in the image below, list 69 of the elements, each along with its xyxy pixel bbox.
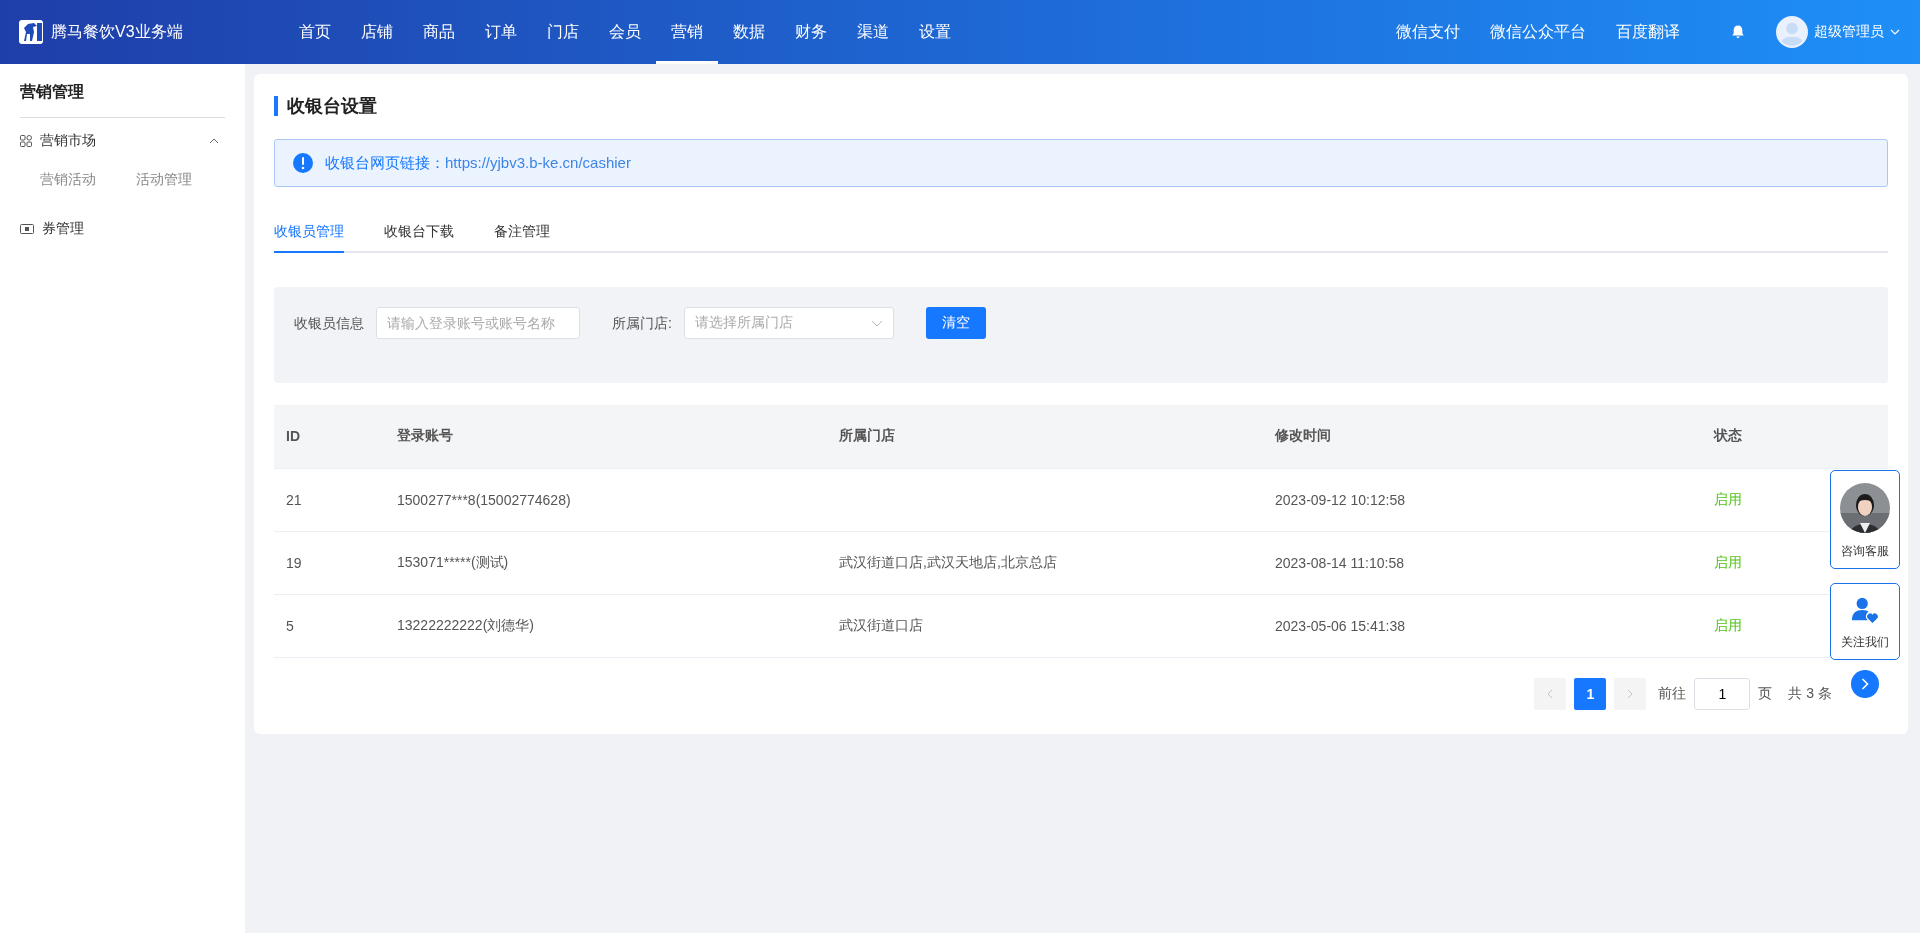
float-button[interactable]: 关注我们: [1830, 583, 1900, 660]
table-cell: 5: [274, 594, 385, 657]
status-text: 启用: [1714, 553, 1742, 570]
alert-text: 收银台网页链接：https://yjbv3.b-ke.cn/cashier: [325, 153, 631, 173]
status-text: 启用: [1714, 616, 1742, 633]
column-header: ID: [274, 405, 385, 468]
page-input[interactable]: 1: [1694, 677, 1751, 710]
horse-logo-icon: [19, 20, 43, 44]
top-link[interactable]: 百度翻译: [1616, 21, 1680, 43]
chevron-right-icon: [1627, 688, 1634, 699]
grid-icon: [20, 135, 32, 147]
avatar-icon[interactable]: [1776, 16, 1808, 48]
status-text: 启用: [1714, 490, 1742, 507]
column-header: 登录账号: [385, 405, 827, 468]
table-cell: 2023-05-06 15:41:38: [1263, 594, 1702, 657]
brand-title: 腾马餐饮V3业务端: [51, 21, 183, 42]
chevron-down-icon[interactable]: [870, 319, 883, 327]
nav-tab[interactable]: 订单: [470, 0, 532, 64]
nav-tab[interactable]: 营销: [656, 0, 718, 64]
sidebar-item[interactable]: 活动管理: [136, 164, 192, 194]
cashier-link[interactable]: https://yjbv3.b-ke.cn/cashier: [445, 153, 631, 171]
info-icon: [293, 153, 313, 173]
column-header: 所属门店: [827, 405, 1263, 468]
nav-tab[interactable]: 商品: [408, 0, 470, 64]
top-link[interactable]: 微信公众平台: [1490, 21, 1586, 43]
clear-button[interactable]: 清空: [925, 307, 986, 339]
user-name[interactable]: 超级管理员: [1814, 23, 1884, 41]
caret-icon[interactable]: [209, 138, 219, 144]
user-heart-icon: [1851, 596, 1879, 624]
field-label: 所属门店:: [612, 314, 672, 333]
bell-icon[interactable]: [1730, 24, 1746, 40]
table-cell: 武汉街道口店,武汉天地店,北京总店: [839, 553, 1057, 570]
sidebar-item[interactable]: 营销活动: [40, 164, 96, 194]
table-cell: 2023-09-12 10:12:58: [1263, 468, 1702, 531]
table-cell: 13222222222(刘德华): [385, 594, 827, 657]
goto-label: 前往: [1658, 684, 1687, 703]
nav-tab[interactable]: 首页: [284, 0, 346, 64]
nav-tab[interactable]: 渠道: [842, 0, 904, 64]
table-cell: 21: [274, 468, 385, 531]
nav-tab[interactable]: 财务: [780, 0, 842, 64]
nav-tab[interactable]: 数据: [718, 0, 780, 64]
account-search-field[interactable]: 请输入登录账号或账号名称: [376, 307, 580, 339]
table-cell: 19: [274, 531, 385, 594]
page-button[interactable]: 1: [1574, 677, 1607, 710]
nav-tab[interactable]: 店铺: [346, 0, 408, 64]
sidebar-group[interactable]: 营销市场: [20, 118, 225, 164]
table-cell: 1500277***8(15002774628): [385, 468, 827, 531]
nav-tab[interactable]: 会员: [594, 0, 656, 64]
float-button[interactable]: 咨询客服: [1830, 470, 1900, 569]
table-cell: 武汉街道口店: [839, 616, 923, 633]
tab[interactable]: 备注管理: [494, 219, 550, 253]
ticket-icon: [20, 224, 34, 234]
total-count: 共 3 条: [1788, 684, 1832, 703]
chevron-right-icon: [1861, 678, 1869, 690]
column-header: 状态: [1702, 405, 1888, 468]
table-cell: 2023-08-14 11:10:58: [1263, 531, 1702, 594]
page-unit: 页: [1758, 684, 1773, 703]
nav-tab[interactable]: 设置: [904, 0, 966, 64]
column-header: 修改时间: [1263, 405, 1702, 468]
top-link[interactable]: 微信支付: [1396, 21, 1460, 43]
field-label: 收银员信息: [294, 314, 364, 333]
page-title: 收银台设置: [274, 96, 1888, 116]
table-cell: 153071*****(测试): [385, 531, 827, 594]
tab[interactable]: 收银员管理: [274, 219, 344, 253]
nav-tab[interactable]: 门店: [532, 0, 594, 64]
tab[interactable]: 收银台下载: [384, 219, 454, 253]
sidebar-title: 营销管理: [20, 64, 225, 118]
chevron-left-icon: [1547, 688, 1554, 699]
sidebar-group[interactable]: 券管理: [20, 206, 225, 252]
